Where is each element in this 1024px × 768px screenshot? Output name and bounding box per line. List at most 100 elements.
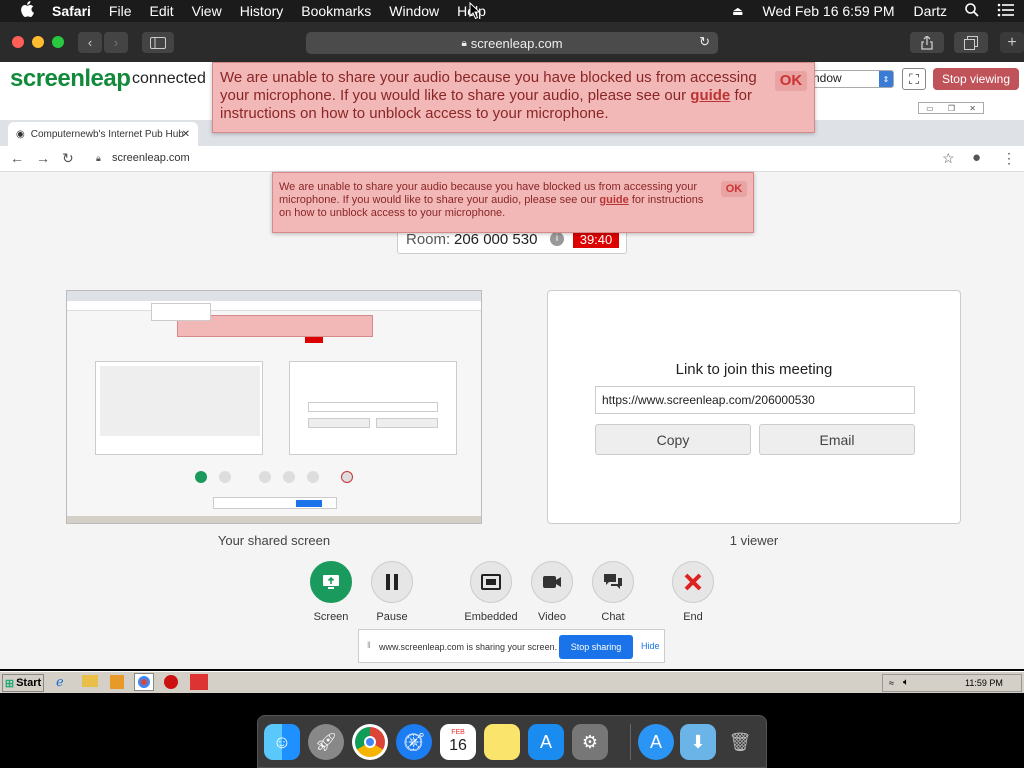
remote-forward-icon[interactable]: → (36, 150, 50, 166)
downloads-folder-icon[interactable]: ⬇ (680, 724, 716, 760)
dock-divider (630, 724, 631, 760)
app-store-folder-icon[interactable]: A (638, 724, 674, 760)
remote-lock-icon: 🔒︎ (96, 153, 101, 163)
remote-minimize-icon[interactable]: ▭ (926, 104, 934, 113)
minimize-window-button[interactable] (32, 36, 44, 48)
fullscreen-button[interactable]: ⛶ (902, 68, 926, 90)
menu-edit[interactable]: Edit (140, 3, 182, 19)
zoom-window-button[interactable] (52, 36, 64, 48)
tray-expand-icon[interactable]: ≈ (889, 678, 894, 688)
sidebar-toggle-button[interactable] (142, 32, 174, 53)
stop-viewing-button[interactable]: Stop viewing (933, 68, 1019, 90)
safari-dock-icon[interactable]: 🧭︎ (396, 724, 432, 760)
drag-handle-icon[interactable]: ‖ (367, 640, 371, 650)
safari-address-bar[interactable]: 🔒︎ screenleap.com ↻ (306, 32, 718, 54)
pause-icon[interactable] (371, 561, 413, 603)
menu-app-name[interactable]: Safari (43, 3, 100, 19)
reload-icon[interactable]: ↻ (699, 34, 710, 50)
connection-status: connected (132, 70, 206, 87)
email-link-button[interactable]: Email (759, 424, 915, 455)
remote-star-icon[interactable]: ☆ (942, 150, 955, 167)
menu-clock[interactable]: Wed Feb 16 6:59 PM (753, 3, 905, 19)
remote-chrome-tab[interactable]: ◉ Computernewb's Internet Pub Hub ✕ (8, 122, 198, 146)
opera-icon[interactable] (164, 675, 178, 689)
view-mode-select[interactable]: ndow ⇕ (808, 70, 894, 88)
notes-icon[interactable] (484, 724, 520, 760)
pause-control[interactable]: Pause (367, 561, 417, 623)
app-store-icon[interactable]: A (528, 724, 564, 760)
end-x-icon[interactable] (672, 561, 714, 603)
safari-toolbar: ‹ › 🔒︎ screenleap.com ↻ + (0, 22, 1024, 62)
apple-menu-icon[interactable] (0, 1, 43, 21)
forward-button[interactable]: › (104, 32, 128, 53)
finder-icon[interactable]: ☺ (264, 724, 300, 760)
chrome-dock-center (364, 736, 376, 748)
tray-clock[interactable]: 11:59 PM (965, 678, 1003, 688)
video-camera-icon[interactable] (531, 561, 573, 603)
thumb-end-button (341, 471, 353, 483)
remote-menu-icon[interactable]: ⋮ (1002, 150, 1016, 167)
remote-profile-icon[interactable]: ● (972, 149, 981, 166)
spotlight-search-icon[interactable] (956, 2, 988, 20)
tab-close-icon[interactable]: ✕ (182, 129, 190, 140)
system-preferences-icon[interactable]: ⚙ (572, 724, 608, 760)
thumb-video-button (283, 471, 295, 483)
calendar-month: FEB (451, 729, 465, 736)
media-player-icon[interactable] (110, 675, 124, 689)
screen-share-icon[interactable] (310, 561, 352, 603)
notification-center-icon[interactable] (988, 3, 1024, 20)
embedded-icon[interactable] (470, 561, 512, 603)
remote-window-controls: ▭ ❐ ✕ (918, 102, 984, 114)
screenleap-logo: screenleap (10, 65, 131, 92)
start-button[interactable]: ⊞ Start (2, 674, 44, 692)
remote-error-ok-button[interactable]: OK (721, 181, 747, 197)
hide-notice-link[interactable]: Hide (641, 641, 660, 651)
back-button[interactable]: ‹ (78, 32, 102, 53)
remote-back-icon[interactable]: ← (10, 150, 24, 166)
meeting-url-field[interactable]: https://www.screenleap.com/206000530 (595, 386, 915, 414)
tabs-overview-button[interactable] (954, 32, 988, 53)
shared-screen-caption: Your shared screen (217, 533, 331, 548)
remote-error-guide-link[interactable]: guide (599, 194, 628, 206)
menu-view[interactable]: View (183, 3, 231, 19)
error-ok-button[interactable]: OK (775, 71, 807, 91)
end-control[interactable]: End (668, 561, 718, 623)
apple-logo-icon (21, 1, 34, 17)
menu-file[interactable]: File (100, 3, 141, 19)
chrome-taskbar-logo (138, 676, 150, 688)
menu-window[interactable]: Window (380, 3, 448, 19)
launchpad-icon[interactable]: 🚀︎ (308, 724, 344, 760)
error-guide-link[interactable]: guide (690, 87, 730, 104)
thumb-tabstrip (67, 291, 481, 301)
calendar-day: 16 (449, 737, 467, 754)
mac-menu-bar: Safari File Edit View History Bookmarks … (0, 0, 1024, 22)
info-icon[interactable]: i (550, 232, 564, 246)
chat-control[interactable]: Chat (588, 561, 638, 623)
thumb-link-input (308, 402, 438, 412)
copy-link-button[interactable]: Copy (595, 424, 751, 455)
eject-icon[interactable]: ⏏ (723, 4, 752, 18)
remote-chrome-navbar: ← → ↻ 🔒︎ screenleap.com ☆ ● ⋮ (0, 146, 1024, 172)
chat-icon[interactable] (592, 561, 634, 603)
remote-url-text[interactable]: screenleap.com (112, 152, 190, 164)
end-label: End (683, 611, 703, 623)
menu-bookmarks[interactable]: Bookmarks (292, 3, 380, 19)
folder-icon[interactable] (82, 675, 98, 687)
chrome-dock-icon[interactable] (352, 724, 388, 760)
menu-user[interactable]: Dartz (905, 3, 956, 19)
chrome-taskbar-icon[interactable] (134, 673, 154, 691)
new-tab-button[interactable]: + (1000, 32, 1024, 53)
calendar-icon[interactable]: FEB 16 (440, 724, 476, 760)
remote-close-icon[interactable]: ✕ (969, 104, 976, 113)
trash-icon[interactable]: 🗑︎ (722, 724, 758, 760)
remote-restore-icon[interactable]: ❐ (948, 104, 955, 113)
close-window-button[interactable] (12, 36, 24, 48)
menu-history[interactable]: History (231, 3, 293, 19)
share-button[interactable] (910, 32, 944, 53)
app-taskbar-icon[interactable] (190, 674, 208, 690)
remote-reload-icon[interactable]: ↻ (62, 150, 74, 167)
error-text: We are unable to share your audio becaus… (220, 69, 757, 104)
ie-icon[interactable]: ℯ (56, 674, 64, 690)
volume-icon[interactable]: 🔈︎ (903, 677, 909, 688)
stop-sharing-button[interactable]: Stop sharing (559, 635, 633, 659)
